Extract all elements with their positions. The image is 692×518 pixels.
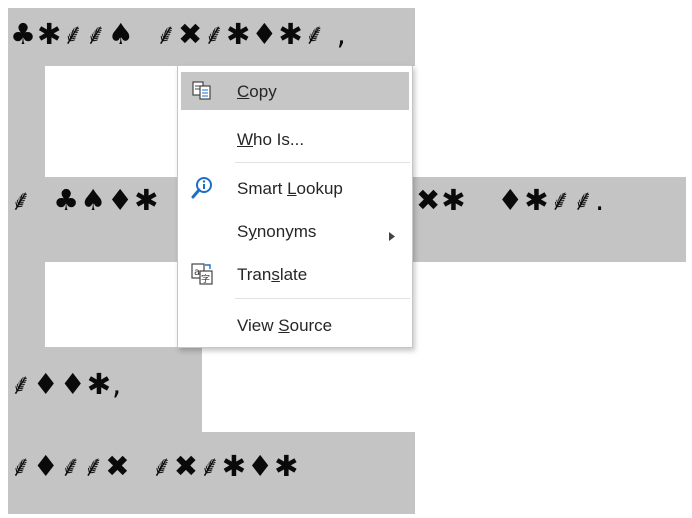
svg-text:字: 字 <box>201 273 210 285</box>
menu-item-who-is[interactable]: Who Is... <box>181 120 409 158</box>
menu-item-translate[interactable]: a 字 Translate <box>181 255 409 293</box>
menu-item-label: View Source <box>237 316 333 335</box>
chevron-right-icon <box>389 228 395 246</box>
menu-item-label: Synonyms <box>237 222 317 241</box>
selection-band-line4 <box>8 432 415 514</box>
menu-item-smart-lookup[interactable]: Smart Lookup <box>181 169 409 207</box>
svg-text:a: a <box>194 267 200 278</box>
menu-item-view-source[interactable]: View Source <box>181 306 409 344</box>
menu-separator <box>235 298 410 299</box>
selection-band-left-strip <box>8 66 45 177</box>
copy-icon <box>190 79 214 103</box>
selection-band-line3 <box>8 347 202 432</box>
context-menu: Copy Who Is... Smart Lookup Synonyms a 字… <box>177 65 413 348</box>
selection-band-left-strip-2 <box>8 262 45 347</box>
menu-item-label: Who Is... <box>237 130 305 149</box>
menu-item-synonyms[interactable]: Synonyms <box>181 212 409 250</box>
menu-item-label: Copy <box>237 82 277 101</box>
selection-band-line1 <box>8 8 415 66</box>
menu-separator <box>235 162 410 163</box>
smart-lookup-icon <box>190 176 214 200</box>
translate-icon: a 字 <box>190 262 214 286</box>
menu-item-label: Translate <box>237 265 308 284</box>
menu-item-copy[interactable]: Copy <box>181 72 409 110</box>
menu-item-label: Smart Lookup <box>237 179 343 198</box>
